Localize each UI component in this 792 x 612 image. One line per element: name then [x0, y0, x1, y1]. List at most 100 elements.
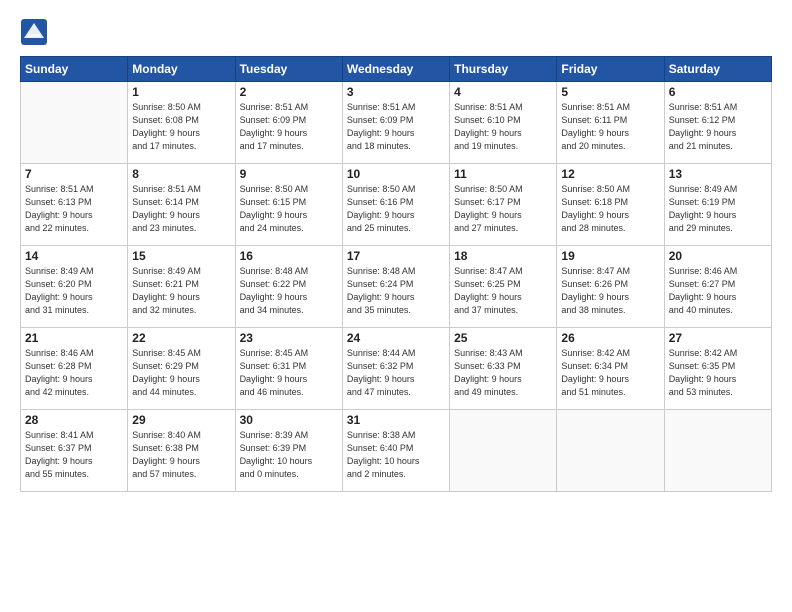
day-number: 29 — [132, 413, 230, 427]
calendar-week-row: 14 Sunrise: 8:49 AMSunset: 6:20 PMDayligh… — [21, 246, 772, 328]
day-info: Sunrise: 8:43 AMSunset: 6:33 PMDaylight:… — [454, 347, 552, 399]
calendar-week-row: 21Sunrise: 8:46 AMSunset: 6:28 PMDayligh… — [21, 328, 772, 410]
calendar-cell: 29 Sunrise: 8:40 AMSunset: 6:38 PMDayligh… — [128, 410, 235, 492]
calendar-cell: 18Sunrise: 8:47 AMSunset: 6:25 PMDayligh… — [450, 246, 557, 328]
weekday-header-wednesday: Wednesday — [342, 57, 449, 82]
day-number: 31 — [347, 413, 445, 427]
day-number: 13 — [669, 167, 767, 181]
calendar-cell: 28 Sunrise: 8:41 AMSunset: 6:37 PMDayligh… — [21, 410, 128, 492]
day-number: 23 — [240, 331, 338, 345]
day-number: 2 — [240, 85, 338, 99]
calendar-cell: 25 Sunrise: 8:43 AMSunset: 6:33 PMDayligh… — [450, 328, 557, 410]
header — [20, 18, 772, 46]
day-info: Sunrise: 8:41 AMSunset: 6:37 PMDaylight:… — [25, 429, 123, 481]
calendar-cell: 10Sunrise: 8:50 AMSunset: 6:16 PMDayligh… — [342, 164, 449, 246]
calendar-table: SundayMondayTuesdayWednesdayThursdayFrid… — [20, 56, 772, 492]
day-info: Sunrise: 8:46 AMSunset: 6:28 PMDaylight:… — [25, 347, 123, 399]
weekday-header-tuesday: Tuesday — [235, 57, 342, 82]
calendar-cell: 7 Sunrise: 8:51 AMSunset: 6:13 PMDaylight… — [21, 164, 128, 246]
calendar-cell: 6Sunrise: 8:51 AMSunset: 6:12 PMDaylight… — [664, 82, 771, 164]
calendar-week-row: 28 Sunrise: 8:41 AMSunset: 6:37 PMDayligh… — [21, 410, 772, 492]
day-info: Sunrise: 8:51 AMSunset: 6:13 PMDaylight:… — [25, 183, 123, 235]
calendar-cell: 31 Sunrise: 8:38 AMSunset: 6:40 PMDayligh… — [342, 410, 449, 492]
day-number: 20 — [669, 249, 767, 263]
calendar-cell: 15 Sunrise: 8:49 AMSunset: 6:21 PMDayligh… — [128, 246, 235, 328]
day-number: 14 — [25, 249, 123, 263]
calendar-cell: 5 Sunrise: 8:51 AMSunset: 6:11 PMDaylight… — [557, 82, 664, 164]
day-number: 12 — [561, 167, 659, 181]
calendar-cell: 16Sunrise: 8:48 AMSunset: 6:22 PMDayligh… — [235, 246, 342, 328]
day-number: 30 — [240, 413, 338, 427]
day-info: Sunrise: 8:46 AMSunset: 6:27 PMDaylight:… — [669, 265, 767, 317]
day-number: 1 — [132, 85, 230, 99]
weekday-header-thursday: Thursday — [450, 57, 557, 82]
day-number: 18 — [454, 249, 552, 263]
day-info: Sunrise: 8:42 AMSunset: 6:34 PMDaylight:… — [561, 347, 659, 399]
day-info: Sunrise: 8:51 AMSunset: 6:09 PMDaylight:… — [347, 101, 445, 153]
weekday-header-monday: Monday — [128, 57, 235, 82]
day-info: Sunrise: 8:40 AMSunset: 6:38 PMDaylight:… — [132, 429, 230, 481]
calendar-cell: 11 Sunrise: 8:50 AMSunset: 6:17 PMDayligh… — [450, 164, 557, 246]
day-number: 16 — [240, 249, 338, 263]
calendar-cell — [664, 410, 771, 492]
calendar-cell: 14 Sunrise: 8:49 AMSunset: 6:20 PMDayligh… — [21, 246, 128, 328]
logo — [20, 18, 52, 46]
day-info: Sunrise: 8:49 AMSunset: 6:20 PMDaylight:… — [25, 265, 123, 317]
day-number: 3 — [347, 85, 445, 99]
day-number: 25 — [454, 331, 552, 345]
day-number: 27 — [669, 331, 767, 345]
day-info: Sunrise: 8:47 AMSunset: 6:26 PMDaylight:… — [561, 265, 659, 317]
day-info: Sunrise: 8:38 AMSunset: 6:40 PMDaylight:… — [347, 429, 445, 481]
day-info: Sunrise: 8:48 AMSunset: 6:24 PMDaylight:… — [347, 265, 445, 317]
calendar-cell: 9 Sunrise: 8:50 AMSunset: 6:15 PMDaylight… — [235, 164, 342, 246]
calendar-body: 1 Sunrise: 8:50 AMSunset: 6:08 PMDaylight… — [21, 82, 772, 492]
calendar-cell: 19 Sunrise: 8:47 AMSunset: 6:26 PMDayligh… — [557, 246, 664, 328]
day-number: 26 — [561, 331, 659, 345]
calendar-cell: 24 Sunrise: 8:44 AMSunset: 6:32 PMDayligh… — [342, 328, 449, 410]
calendar-cell: 20 Sunrise: 8:46 AMSunset: 6:27 PMDayligh… — [664, 246, 771, 328]
day-info: Sunrise: 8:51 AMSunset: 6:09 PMDaylight:… — [240, 101, 338, 153]
day-info: Sunrise: 8:44 AMSunset: 6:32 PMDaylight:… — [347, 347, 445, 399]
day-number: 28 — [25, 413, 123, 427]
calendar-cell: 12 Sunrise: 8:50 AMSunset: 6:18 PMDayligh… — [557, 164, 664, 246]
calendar-cell: 23 Sunrise: 8:45 AMSunset: 6:31 PMDayligh… — [235, 328, 342, 410]
day-info: Sunrise: 8:45 AMSunset: 6:31 PMDaylight:… — [240, 347, 338, 399]
day-number: 10 — [347, 167, 445, 181]
day-number: 11 — [454, 167, 552, 181]
weekday-header-sunday: Sunday — [21, 57, 128, 82]
calendar-cell — [21, 82, 128, 164]
day-info: Sunrise: 8:51 AMSunset: 6:11 PMDaylight:… — [561, 101, 659, 153]
day-info: Sunrise: 8:49 AMSunset: 6:21 PMDaylight:… — [132, 265, 230, 317]
calendar-cell: 27 Sunrise: 8:42 AMSunset: 6:35 PMDayligh… — [664, 328, 771, 410]
calendar-cell: 8 Sunrise: 8:51 AMSunset: 6:14 PMDaylight… — [128, 164, 235, 246]
day-info: Sunrise: 8:51 AMSunset: 6:14 PMDaylight:… — [132, 183, 230, 235]
day-info: Sunrise: 8:39 AMSunset: 6:39 PMDaylight:… — [240, 429, 338, 481]
day-info: Sunrise: 8:45 AMSunset: 6:29 PMDaylight:… — [132, 347, 230, 399]
day-info: Sunrise: 8:51 AMSunset: 6:10 PMDaylight:… — [454, 101, 552, 153]
day-number: 9 — [240, 167, 338, 181]
calendar-cell: 22Sunrise: 8:45 AMSunset: 6:29 PMDayligh… — [128, 328, 235, 410]
day-number: 24 — [347, 331, 445, 345]
day-number: 8 — [132, 167, 230, 181]
day-number: 17 — [347, 249, 445, 263]
calendar-cell: 26 Sunrise: 8:42 AMSunset: 6:34 PMDayligh… — [557, 328, 664, 410]
calendar-cell: 30 Sunrise: 8:39 AMSunset: 6:39 PMDayligh… — [235, 410, 342, 492]
calendar-cell: 4Sunrise: 8:51 AMSunset: 6:10 PMDaylight… — [450, 82, 557, 164]
page: SundayMondayTuesdayWednesdayThursdayFrid… — [0, 0, 792, 502]
day-info: Sunrise: 8:50 AMSunset: 6:18 PMDaylight:… — [561, 183, 659, 235]
calendar-header-row: SundayMondayTuesdayWednesdayThursdayFrid… — [21, 57, 772, 82]
day-number: 19 — [561, 249, 659, 263]
day-number: 7 — [25, 167, 123, 181]
day-info: Sunrise: 8:49 AMSunset: 6:19 PMDaylight:… — [669, 183, 767, 235]
day-number: 5 — [561, 85, 659, 99]
day-info: Sunrise: 8:50 AMSunset: 6:15 PMDaylight:… — [240, 183, 338, 235]
day-info: Sunrise: 8:50 AMSunset: 6:17 PMDaylight:… — [454, 183, 552, 235]
day-number: 15 — [132, 249, 230, 263]
calendar-cell — [450, 410, 557, 492]
day-info: Sunrise: 8:50 AMSunset: 6:08 PMDaylight:… — [132, 101, 230, 153]
calendar-week-row: 1 Sunrise: 8:50 AMSunset: 6:08 PMDaylight… — [21, 82, 772, 164]
weekday-header-friday: Friday — [557, 57, 664, 82]
day-info: Sunrise: 8:42 AMSunset: 6:35 PMDaylight:… — [669, 347, 767, 399]
day-number: 6 — [669, 85, 767, 99]
calendar-cell: 17 Sunrise: 8:48 AMSunset: 6:24 PMDayligh… — [342, 246, 449, 328]
